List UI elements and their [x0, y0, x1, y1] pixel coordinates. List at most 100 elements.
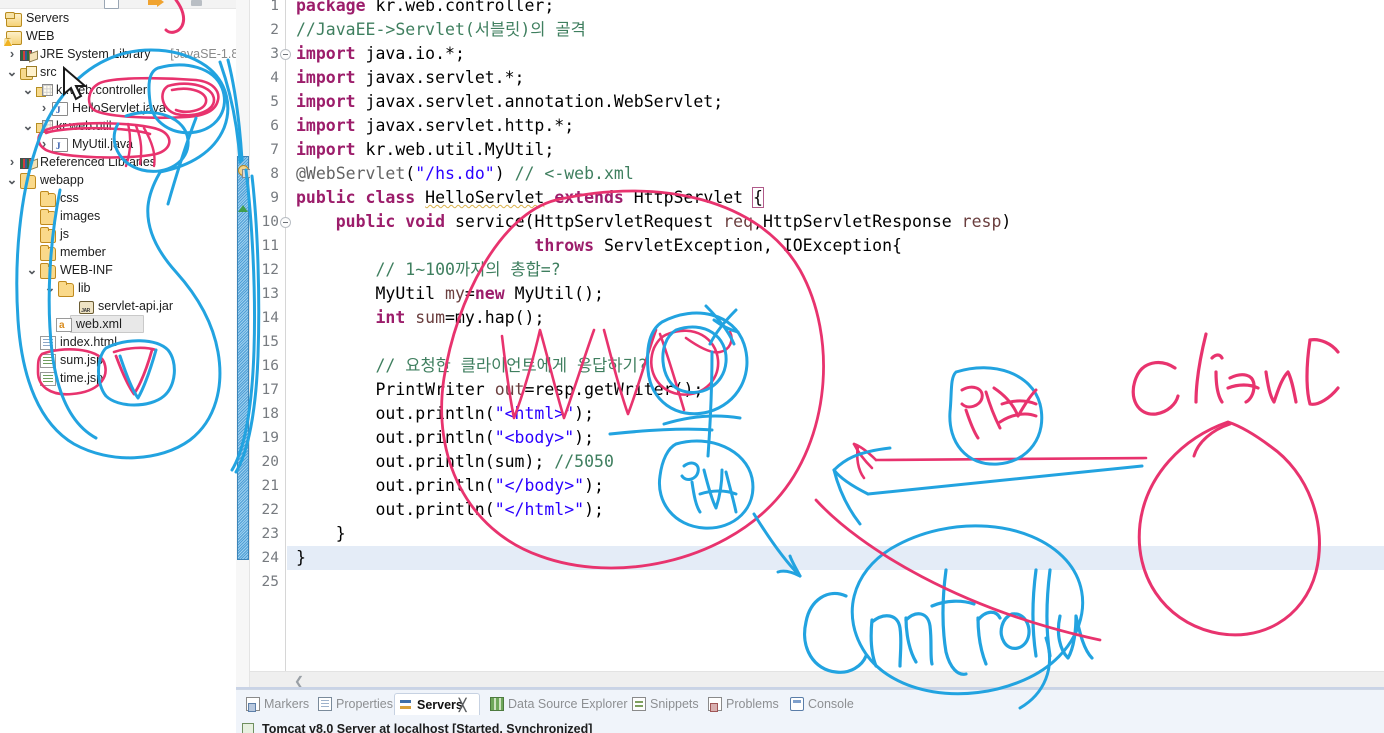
- code-line[interactable]: MyUtil my=new MyUtil();: [287, 282, 1384, 306]
- tab-snippets[interactable]: Snippets: [628, 693, 702, 715]
- close-icon[interactable]: ╳: [459, 694, 466, 716]
- fold-collapse-icon[interactable]: [280, 49, 291, 60]
- line-number: 20: [261, 454, 279, 470]
- tree-item-member[interactable]: member: [0, 243, 236, 261]
- code-line[interactable]: PrintWriter out=resp.getWriter();: [287, 378, 1384, 402]
- view-menu-icon[interactable]: [190, 0, 205, 8]
- chevron-down-icon[interactable]: [26, 261, 38, 279]
- code-line[interactable]: public class HelloServlet extends HttpSe…: [287, 186, 1384, 210]
- folder-icon: [58, 281, 74, 297]
- source-folder-icon: [20, 66, 37, 80]
- vertical-scroll-thumb[interactable]: [237, 156, 249, 560]
- chevron-down-icon[interactable]: [22, 81, 34, 99]
- library-icon: [20, 156, 36, 170]
- code-line[interactable]: import javax.servlet.http.*;: [287, 114, 1384, 138]
- server-row-label[interactable]: Tomcat v8.0 Server at localhost [Started…: [262, 722, 592, 733]
- line-number: 10: [261, 214, 279, 230]
- tab-properties[interactable]: Properties: [314, 693, 393, 715]
- code-line[interactable]: }: [287, 546, 1384, 570]
- tree-item-sublabel: [JavaSE-1.8]: [170, 47, 236, 61]
- tab-servers[interactable]: Servers ╳: [394, 693, 480, 715]
- code-line[interactable]: public void service(HttpServletRequest r…: [287, 210, 1384, 234]
- line-number-gutter: 1 2 3 4 5 6 7 8 9 10 11 12 13 14 15 16 17 18 19 20 21 22 23 24 2…: [250, 0, 286, 688]
- code-line[interactable]: import kr.web.util.MyUtil;: [287, 138, 1384, 162]
- tree-item-js[interactable]: js: [0, 225, 236, 243]
- line-number: 13: [261, 286, 279, 302]
- tree-item-web[interactable]: WEB: [0, 27, 236, 46]
- chevron-right-icon[interactable]: [38, 99, 50, 117]
- source-code-area[interactable]: package kr.web.controller;//JavaEE->Serv…: [287, 0, 1384, 688]
- tree-item-referenced-libraries[interactable]: Referenced Libraries: [0, 153, 236, 171]
- explorer-toolbar: [0, 0, 236, 9]
- tree-item-time-jsp[interactable]: time.jsp: [0, 369, 236, 387]
- tab-problems[interactable]: Problems: [704, 693, 784, 715]
- tree-item-helloservlet-java[interactable]: HelloServlet.java: [0, 99, 236, 119]
- html-file-icon: [40, 336, 56, 350]
- code-line[interactable]: //JavaEE->Servlet(서블릿)의 골격: [287, 18, 1384, 42]
- line-number: 7: [270, 142, 279, 158]
- code-line[interactable]: out.println("<body>");: [287, 426, 1384, 450]
- code-line[interactable]: import java.io.*;: [287, 42, 1384, 66]
- tree-item-label: web.xml: [76, 317, 122, 331]
- code-line[interactable]: package kr.web.controller;: [287, 0, 1384, 18]
- code-line[interactable]: [287, 570, 1384, 594]
- code-line[interactable]: @WebServlet("/hs.do") // <-web.xml: [287, 162, 1384, 186]
- tree-item-css[interactable]: css: [0, 189, 236, 207]
- code-line[interactable]: out.println("<html>");: [287, 402, 1384, 426]
- code-line[interactable]: out.println("</body>");: [287, 474, 1384, 498]
- folder-icon: [40, 245, 56, 261]
- tree-item-label: MyUtil.java: [72, 137, 134, 151]
- line-number: 23: [261, 526, 279, 542]
- collapse-all-icon[interactable]: [104, 0, 119, 9]
- code-line[interactable]: // 1~100까지의 총합=?: [287, 258, 1384, 282]
- jsp-file-icon: [40, 354, 56, 368]
- tree-item-index-html[interactable]: index.html: [0, 333, 236, 351]
- tree-item-servers[interactable]: Servers: [0, 9, 236, 27]
- code-line[interactable]: import javax.servlet.*;: [287, 66, 1384, 90]
- editor-annotation-ruler[interactable]: [236, 0, 251, 688]
- warning-marker-icon[interactable]: [236, 164, 251, 178]
- tab-markers[interactable]: Markers: [242, 693, 310, 715]
- tree-item-images[interactable]: images: [0, 207, 236, 225]
- line-number: 18: [261, 406, 279, 422]
- tree-item-kr-web-util[interactable]: kr.web.util: [0, 117, 236, 135]
- tree-item-web-xml[interactable]: web.xml: [0, 315, 236, 335]
- tree-item-sum-jsp[interactable]: sum.jsp: [0, 351, 236, 369]
- chevron-down-icon[interactable]: [6, 171, 18, 189]
- code-line[interactable]: throws ServletException, IOException{: [287, 234, 1384, 258]
- tree-item-src[interactable]: src: [0, 63, 236, 81]
- run-marker-icon: [238, 205, 248, 212]
- tree-item-servlet-api-jar[interactable]: servlet-api.jar: [0, 297, 236, 320]
- code-line[interactable]: out.println(sum); //5050: [287, 450, 1384, 474]
- chevron-right-icon[interactable]: [6, 45, 18, 63]
- tree-item-label: WEB-INF: [60, 263, 113, 277]
- line-number: 5: [270, 94, 279, 110]
- scroll-left-icon[interactable]: ❮: [294, 674, 304, 688]
- tree-item-kr-web-controller[interactable]: kr.web.controller: [0, 81, 236, 99]
- link-with-editor-icon[interactable]: [148, 0, 164, 8]
- eclipse-ide-window: Servers WEB JRE System Library [JavaSE-1.8]…: [0, 0, 1384, 733]
- chevron-right-icon[interactable]: [6, 153, 18, 171]
- tab-console[interactable]: Console: [786, 693, 860, 715]
- code-line[interactable]: // 요청한 클라이언트에게 응답하기?: [287, 354, 1384, 378]
- tree-item-web-inf[interactable]: WEB-INF: [0, 261, 236, 279]
- chevron-down-icon[interactable]: [6, 63, 18, 81]
- code-line[interactable]: int sum=my.hap();: [287, 306, 1384, 330]
- code-line[interactable]: }: [287, 522, 1384, 546]
- tree-item-myutil-java[interactable]: MyUtil.java: [0, 135, 236, 155]
- code-line[interactable]: import javax.servlet.annotation.WebServl…: [287, 90, 1384, 114]
- chevron-down-icon[interactable]: [44, 279, 56, 297]
- horizontal-scrollbar[interactable]: ❮: [250, 671, 1384, 688]
- tree-item-lib[interactable]: lib: [0, 279, 236, 297]
- tree-item-webapp[interactable]: webapp: [0, 171, 236, 189]
- markers-icon: [246, 697, 260, 712]
- code-line[interactable]: [287, 330, 1384, 354]
- tree-item-label: css: [60, 191, 79, 205]
- fold-collapse-icon[interactable]: [280, 217, 291, 228]
- chevron-right-icon[interactable]: [38, 135, 50, 153]
- tree-item-jre-system-library[interactable]: JRE System Library [JavaSE-1.8]: [0, 45, 236, 63]
- tree-item-label: Servers: [26, 11, 70, 25]
- chevron-down-icon[interactable]: [22, 117, 34, 135]
- tab-data-source-explorer[interactable]: Data Source Explorer: [486, 693, 628, 715]
- code-line[interactable]: out.println("</html>");: [287, 498, 1384, 522]
